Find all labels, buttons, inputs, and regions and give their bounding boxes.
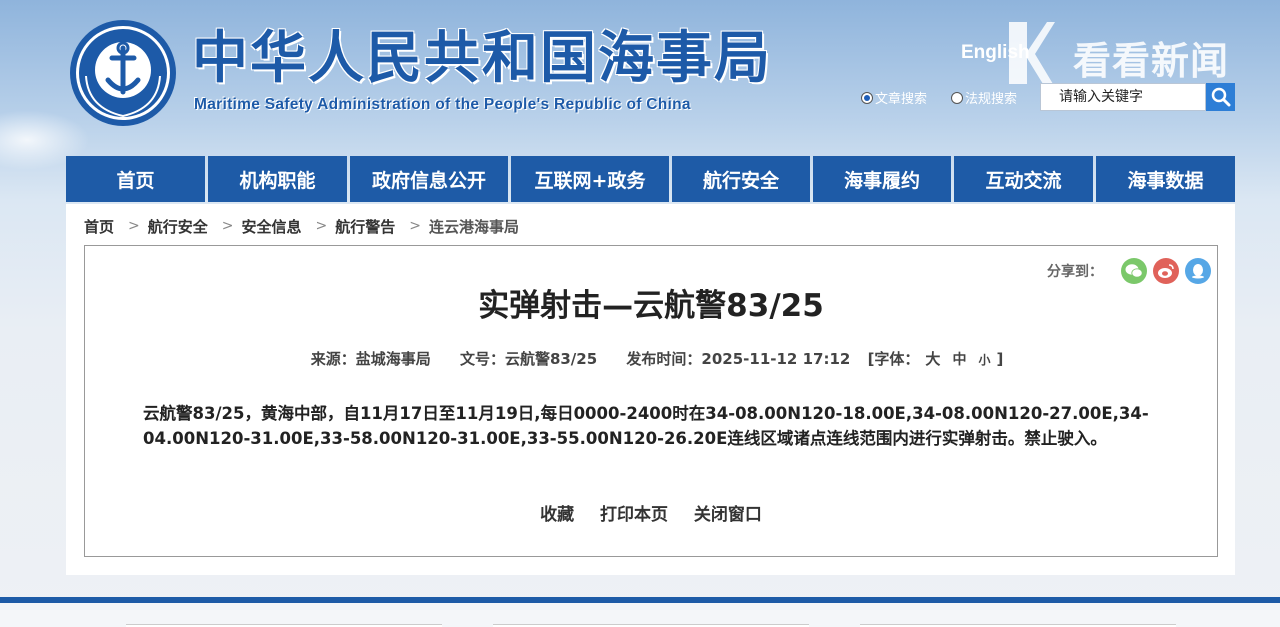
search-button[interactable] (1206, 83, 1235, 111)
article-title: 实弹射击—云航警83/25 (478, 288, 824, 324)
font-size-small-button[interactable]: 小 (978, 353, 990, 367)
nav-item-gov-info[interactable]: 政府信息公开 (350, 156, 508, 202)
nav-item-data[interactable]: 海事数据 (1096, 156, 1235, 202)
breadcrumb-current[interactable]: 连云港海事局 (429, 216, 519, 237)
print-button[interactable]: 打印本页 (600, 505, 668, 525)
radio-law[interactable] (951, 91, 963, 104)
font-size-bracket: ] (996, 350, 1004, 368)
breadcrumb: 首页 > 航行安全 > 安全信息 > 航行警告 > 连云港海事局 (84, 216, 519, 236)
wechat-icon (1125, 264, 1143, 278)
site-header: 中华人民共和国海事局 Maritime Safety Administratio… (0, 0, 1280, 170)
breadcrumb-home[interactable]: 首页 (84, 216, 114, 237)
nav-item-functions[interactable]: 机构职能 (208, 156, 347, 202)
breadcrumb-separator: > (128, 218, 140, 234)
breadcrumb-navigation-safety[interactable]: 航行安全 (148, 216, 208, 237)
main-nav: 首页 机构职能 政府信息公开 互联网+政务 航行安全 海事履约 互动交流 海事数… (66, 156, 1235, 202)
search-option-law[interactable]: 法规搜索 (951, 88, 1017, 107)
breadcrumb-separator: > (315, 218, 328, 234)
watermark-text: 看看新闻 (1073, 39, 1230, 83)
search-option-article[interactable]: 文章搜索 (861, 88, 927, 107)
article-source: 来源：盐城海事局 (310, 350, 431, 368)
font-size-medium-button[interactable]: 中 (952, 352, 966, 368)
close-window-button[interactable]: 关闭窗口 (694, 505, 762, 525)
breadcrumb-separator: > (409, 218, 421, 234)
nav-item-navigation-safety[interactable]: 航行安全 (672, 156, 810, 202)
article-meta: 来源：盐城海事局 文号：云航警83/25 发布时间：2025-11-12 17:… (85, 348, 1217, 369)
article: 分享到： 实弹射击—云航警83/25 来源：盐城海事局 文号：云航警83/25 … (84, 245, 1218, 557)
site-title-cn: 中华人民共和国海事局 (192, 26, 772, 91)
favorite-button[interactable]: 收藏 (540, 505, 574, 525)
radio-article[interactable] (861, 91, 873, 104)
nav-item-internet-gov[interactable]: 互联网+政务 (511, 156, 669, 202)
kankan-news-watermark: 看看新闻 (1005, 18, 1245, 88)
search-input[interactable]: 请输入关键字 (1040, 83, 1206, 111)
article-doc-no: 文号：云航警83/25 (459, 350, 598, 368)
font-size-large-button[interactable]: 大 (925, 350, 940, 368)
font-size-label: [字体： (867, 350, 920, 368)
share-label: 分享到： (1047, 264, 1103, 280)
site-title-en: Maritime Safety Administration of the Pe… (194, 96, 691, 113)
search-icon (1211, 87, 1230, 107)
article-actions: 收藏 打印本页 关闭窗口 (85, 500, 1217, 525)
qq-icon (1192, 264, 1204, 279)
breadcrumb-separator: > (221, 218, 234, 234)
nav-item-home[interactable]: 首页 (66, 156, 205, 202)
msa-emblem-logo[interactable] (68, 18, 178, 128)
nav-item-interaction[interactable]: 互动交流 (954, 156, 1093, 202)
breadcrumb-warnings[interactable]: 航行警告 (335, 216, 395, 237)
weibo-icon (1158, 264, 1174, 278)
nav-item-compliance[interactable]: 海事履约 (813, 156, 951, 202)
article-body: 云航警83/25，黄海中部，自11月17日至11月19日,每日0000-2400… (143, 404, 1149, 448)
content-panel: 首页 > 航行安全 > 安全信息 > 航行警告 > 连云港海事局 分享到： 实弹… (66, 204, 1235, 575)
article-publish-time: 发布时间：2025-11-12 17:12 (626, 350, 851, 368)
kankan-logo-icon (1009, 22, 1055, 84)
breadcrumb-safety-info[interactable]: 安全信息 (242, 216, 302, 237)
